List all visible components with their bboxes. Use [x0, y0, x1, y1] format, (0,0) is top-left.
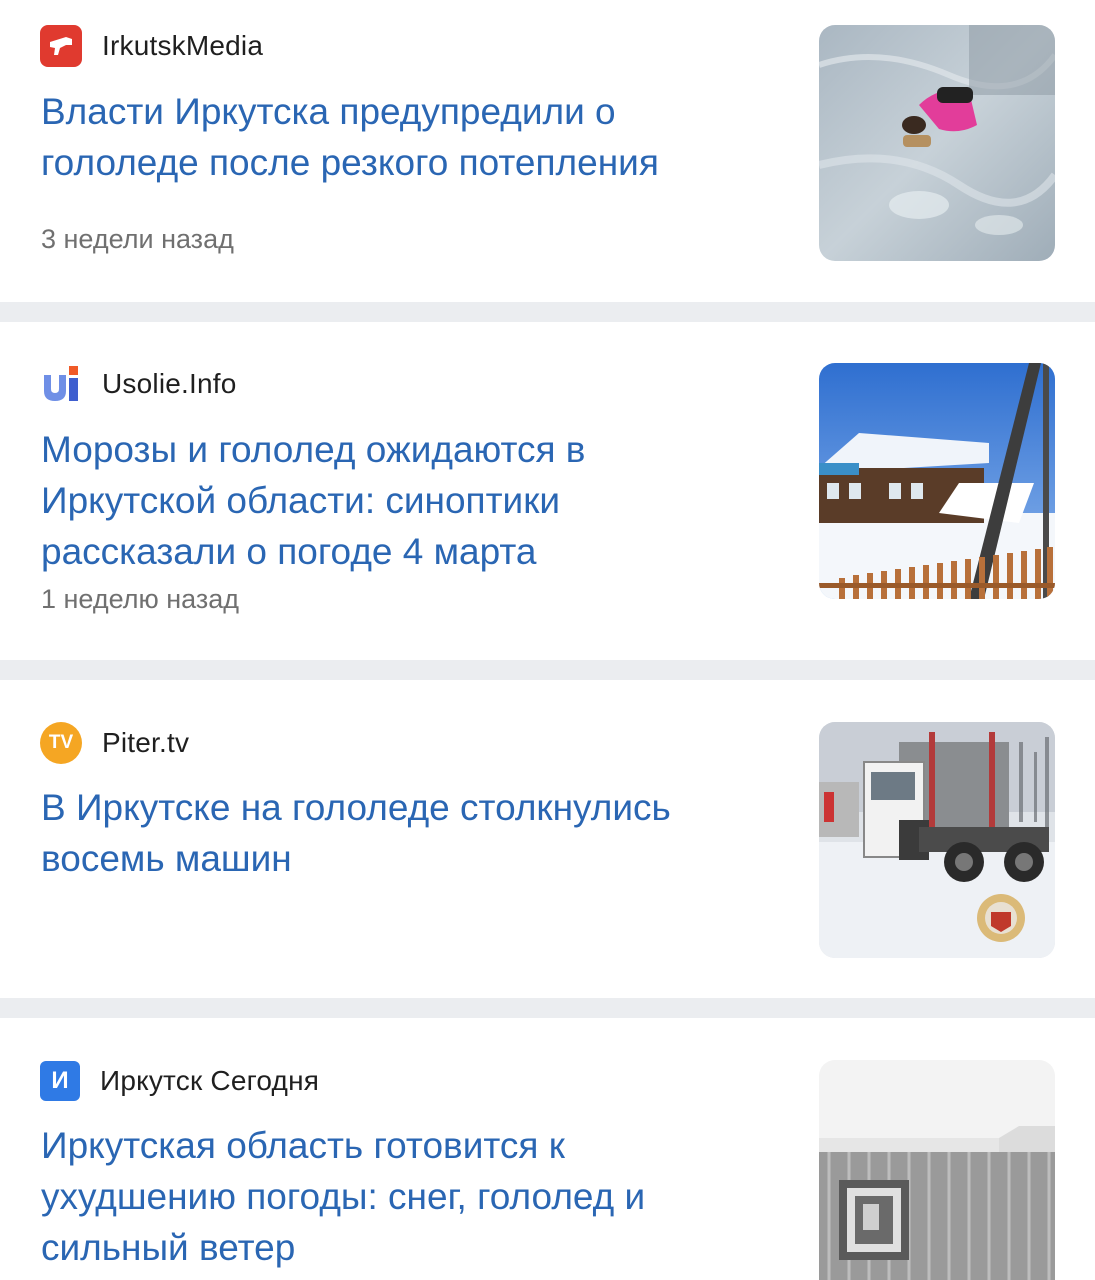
news-source[interactable]: И Иркутск Сегодня	[40, 1060, 319, 1102]
publish-time: 1 неделю назад	[41, 584, 240, 614]
source-name: Usolie.Info	[102, 368, 237, 399]
snowy-village-house-photo	[819, 363, 1055, 599]
person-fallen-on-ice-photo	[819, 25, 1055, 261]
title-line: рассказали о погоде 4 марта	[41, 531, 537, 572]
news-title[interactable]: Иркутская область готовится к ухудшению …	[41, 1120, 781, 1273]
title-line: восемь машин	[41, 838, 292, 879]
title-line: Морозы и гололед ожидаются в	[41, 429, 586, 470]
snowfall-building-photo	[819, 1060, 1055, 1280]
news-title[interactable]: Власти Иркутска предупредили о гололеде …	[41, 86, 781, 188]
title-line: Иркутская область готовится к	[41, 1125, 565, 1166]
news-source[interactable]: IrkutskMedia	[40, 25, 263, 67]
news-card[interactable]: IrkutskMedia Власти Иркутска предупредил…	[0, 0, 1095, 302]
source-name: Piter.tv	[102, 727, 190, 758]
divider	[0, 660, 1095, 680]
news-thumbnail[interactable]	[819, 25, 1055, 261]
news-card[interactable]: TV Piter.tv В Иркутске на гололеде столк…	[0, 680, 1095, 998]
source-name: IrkutskMedia	[102, 30, 264, 61]
publish-time: 3 недели назад	[41, 224, 234, 254]
news-title[interactable]: Морозы и гололед ожидаются в Иркутской о…	[41, 424, 781, 577]
news-thumbnail[interactable]	[819, 1060, 1055, 1280]
letter-i-logo-icon: И	[40, 1061, 80, 1101]
news-thumbnail[interactable]	[819, 722, 1055, 958]
title-line: сильный ветер	[41, 1227, 296, 1268]
news-title[interactable]: В Иркутске на гололеде столкнулись восем…	[41, 782, 781, 884]
ui-logo-icon	[40, 363, 82, 405]
title-line: гололеде после резкого потепления	[41, 142, 659, 183]
title-line: В Иркутске на гололеде столкнулись	[41, 787, 671, 828]
news-feed: IrkutskMedia Власти Иркутска предупредил…	[0, 0, 1095, 1280]
divider	[0, 998, 1095, 1018]
megaphone-icon	[40, 25, 82, 67]
news-thumbnail[interactable]	[819, 363, 1055, 599]
news-source[interactable]: Usolie.Info	[40, 363, 237, 405]
title-line: Иркутской области: синоптики	[41, 480, 561, 521]
divider	[0, 302, 1095, 322]
news-card[interactable]: И Иркутск Сегодня Иркутская область гото…	[0, 1018, 1095, 1280]
title-line: Власти Иркутска предупредили о	[41, 91, 616, 132]
source-name: Иркутск Сегодня	[100, 1065, 320, 1096]
title-line: ухудшению погоды: снег, гололед и	[41, 1176, 646, 1217]
tv-logo-icon: TV	[40, 722, 82, 764]
trucks-collision-on-snow-photo	[819, 722, 1055, 958]
news-card[interactable]: Usolie.Info Морозы и гололед ожидаются в…	[0, 322, 1095, 660]
news-source[interactable]: TV Piter.tv	[40, 722, 189, 764]
